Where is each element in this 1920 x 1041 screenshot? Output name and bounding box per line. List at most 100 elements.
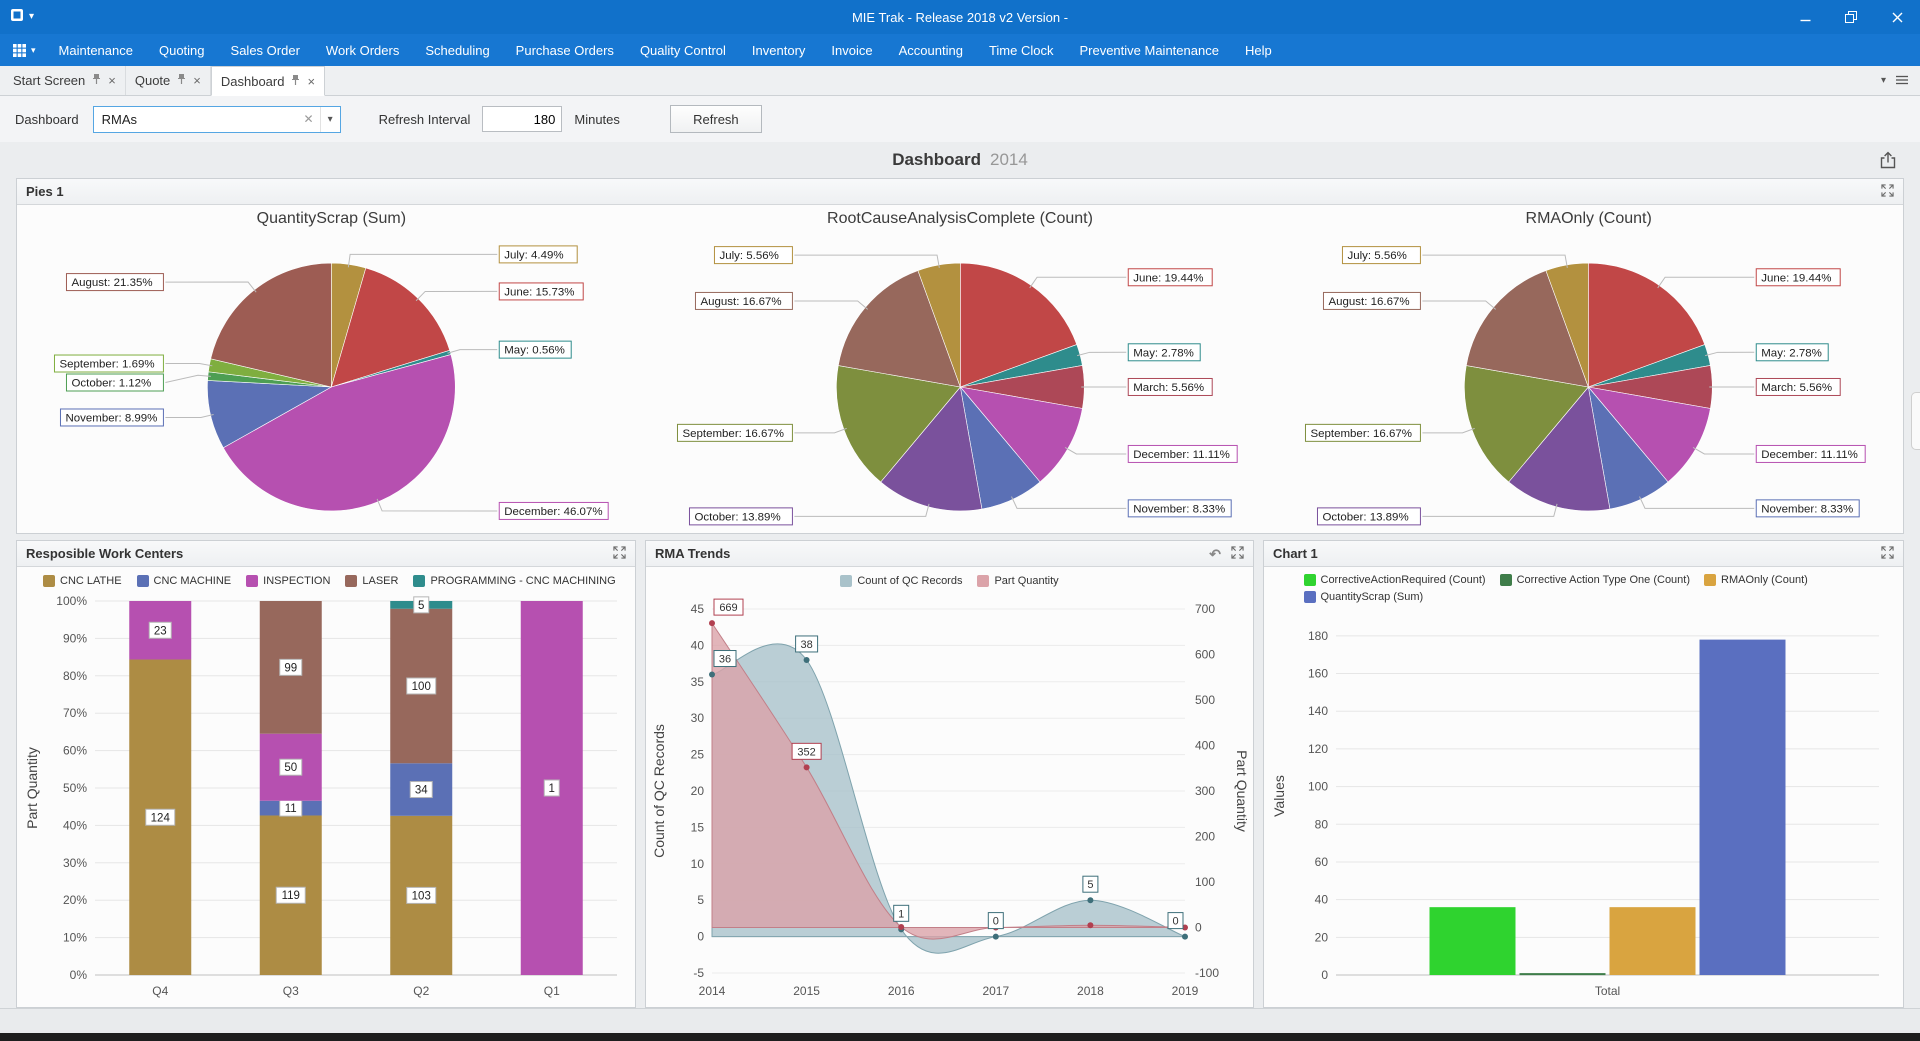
- tab-list: Start Screen×Quote×Dashboard×: [4, 66, 325, 95]
- export-icon[interactable]: [1878, 150, 1898, 175]
- bar-correctiveactionrequired-count-[interactable]: [1430, 907, 1516, 975]
- svg-text:99: 99: [284, 662, 297, 674]
- menu-item-sales-order[interactable]: Sales Order: [218, 36, 313, 65]
- minutes-label: Minutes: [574, 112, 620, 127]
- expand-icon[interactable]: [1881, 546, 1894, 562]
- svg-text:669: 669: [719, 602, 737, 614]
- dashboard-combobox[interactable]: RMAs ✕ ▾: [93, 106, 341, 133]
- svg-text:2019: 2019: [1172, 984, 1199, 998]
- pie-title: QuantityScrap (Sum): [257, 210, 406, 233]
- menu-item-work-orders[interactable]: Work Orders: [313, 36, 412, 65]
- svg-text:March: 5.56%: March: 5.56%: [1133, 382, 1204, 394]
- minimize-button[interactable]: [1782, 0, 1828, 34]
- svg-text:August: 16.67%: August: 16.67%: [700, 296, 781, 308]
- legend-item: Part Quantity: [977, 575, 1058, 587]
- pin-icon[interactable]: [291, 74, 300, 89]
- svg-text:November: 8.33%: November: 8.33%: [1133, 503, 1225, 515]
- svg-text:60%: 60%: [63, 744, 87, 758]
- menu-item-maintenance[interactable]: Maintenance: [46, 36, 146, 65]
- panel-pies: Pies 1 QuantityScrap (Sum) July: 4.49%Ju…: [16, 178, 1904, 534]
- document-tabstrip: Start Screen×Quote×Dashboard× ▾: [0, 66, 1920, 96]
- svg-text:December: 46.07%: December: 46.07%: [504, 506, 602, 518]
- application-menu-icon[interactable]: ▾: [6, 43, 46, 58]
- svg-text:600: 600: [1195, 648, 1215, 662]
- close-button[interactable]: [1874, 0, 1920, 34]
- svg-text:124: 124: [151, 812, 171, 824]
- legend-swatch: [1704, 574, 1716, 586]
- menu-item-purchase-orders[interactable]: Purchase Orders: [503, 36, 627, 65]
- svg-text:Q1: Q1: [544, 984, 560, 998]
- svg-text:700: 700: [1195, 602, 1215, 616]
- menu-item-scheduling[interactable]: Scheduling: [412, 36, 502, 65]
- window-list-icon[interactable]: [1896, 72, 1908, 90]
- restore-button[interactable]: [1828, 0, 1874, 34]
- svg-text:October: 13.89%: October: 13.89%: [1323, 511, 1409, 523]
- menu-item-inventory[interactable]: Inventory: [739, 36, 818, 65]
- legend-swatch: [840, 575, 852, 587]
- window-titlebar: ▾ MIE Trak - Release 2018 v2 Version -: [0, 0, 1920, 34]
- svg-text:50%: 50%: [63, 781, 87, 795]
- app-icon[interactable]: [10, 8, 24, 27]
- pie-title: RootCauseAnalysisComplete (Count): [827, 210, 1093, 233]
- menu-item-help[interactable]: Help: [1232, 36, 1285, 65]
- refresh-interval-input[interactable]: [482, 106, 562, 132]
- svg-text:-5: -5: [693, 966, 704, 980]
- tab-dashboard[interactable]: Dashboard ×: [211, 66, 325, 96]
- svg-text:5: 5: [1087, 879, 1093, 891]
- pin-icon[interactable]: [92, 73, 101, 88]
- tab-label: Start Screen: [13, 73, 85, 88]
- menu-item-invoice[interactable]: Invoice: [818, 36, 885, 65]
- collapsed-panel-handle[interactable]: [1911, 392, 1920, 450]
- bar-quantityscrap-sum-[interactable]: [1700, 640, 1786, 975]
- quick-access-caret-icon[interactable]: ▾: [29, 12, 34, 22]
- svg-text:100: 100: [1308, 780, 1328, 794]
- tab-scroll-chevron-icon[interactable]: ▾: [1881, 75, 1886, 86]
- undo-zoom-icon[interactable]: ↶: [1209, 547, 1221, 561]
- menu-item-quoting[interactable]: Quoting: [146, 36, 218, 65]
- legend-swatch: [43, 575, 55, 587]
- svg-text:50: 50: [284, 762, 297, 774]
- clear-icon[interactable]: ✕: [298, 112, 320, 126]
- expand-icon[interactable]: [613, 546, 626, 562]
- refresh-button[interactable]: Refresh: [670, 105, 762, 133]
- svg-text:70%: 70%: [63, 706, 87, 720]
- legend-swatch: [1304, 574, 1316, 586]
- menu-item-time-clock[interactable]: Time Clock: [976, 36, 1067, 65]
- tab-close-icon[interactable]: ×: [108, 74, 116, 87]
- panel-chart1: Chart 1 CorrectiveActionRequired (Count)…: [1263, 540, 1904, 1008]
- screen-edge-strip: [0, 1033, 1920, 1041]
- tab-label: Dashboard: [221, 74, 285, 89]
- expand-icon[interactable]: [1881, 184, 1894, 200]
- svg-text:180: 180: [1308, 629, 1328, 643]
- svg-text:0%: 0%: [70, 968, 88, 982]
- svg-text:August: 16.67%: August: 16.67%: [1329, 296, 1410, 308]
- legend-item: CNC MACHINE: [137, 575, 232, 587]
- tab-close-icon[interactable]: ×: [307, 75, 315, 88]
- svg-text:November: 8.99%: November: 8.99%: [65, 412, 157, 424]
- panel-pies-header: Pies 1: [17, 179, 1903, 205]
- pies-body: QuantityScrap (Sum) July: 4.49%June: 15.…: [17, 205, 1903, 533]
- expand-icon[interactable]: [1231, 546, 1244, 562]
- menu-item-accounting[interactable]: Accounting: [886, 36, 976, 65]
- svg-text:25: 25: [691, 748, 705, 762]
- tab-start-screen[interactable]: Start Screen ×: [4, 66, 126, 95]
- tab-quote[interactable]: Quote×: [126, 66, 211, 95]
- svg-text:July: 4.49%: July: 4.49%: [504, 249, 563, 261]
- svg-text:Count of QC Records: Count of QC Records: [651, 724, 667, 858]
- bar-corrective-action-type-one-count-[interactable]: [1520, 973, 1606, 975]
- menu-item-quality-control[interactable]: Quality Control: [627, 36, 739, 65]
- application-window: ▾ MIE Trak - Release 2018 v2 Version - ▾…: [0, 0, 1920, 1041]
- svg-text:0: 0: [1195, 921, 1202, 935]
- dashboard-year: 2014: [990, 150, 1028, 170]
- pin-icon[interactable]: [177, 73, 186, 88]
- bottom-panels-row: Resposible Work Centers CNC LATHECNC MAC…: [16, 540, 1904, 1008]
- pie-quantityscrap: QuantityScrap (Sum) July: 4.49%June: 15.…: [17, 205, 646, 533]
- tab-close-icon[interactable]: ×: [193, 74, 201, 87]
- menu-item-preventive-maintenance[interactable]: Preventive Maintenance: [1066, 36, 1231, 65]
- chevron-down-icon[interactable]: ▾: [320, 107, 340, 132]
- legend-swatch: [137, 575, 149, 587]
- svg-text:30%: 30%: [63, 856, 87, 870]
- svg-text:120: 120: [1308, 742, 1328, 756]
- bar-rmaonly-count-[interactable]: [1610, 907, 1696, 975]
- svg-text:30: 30: [691, 711, 705, 725]
